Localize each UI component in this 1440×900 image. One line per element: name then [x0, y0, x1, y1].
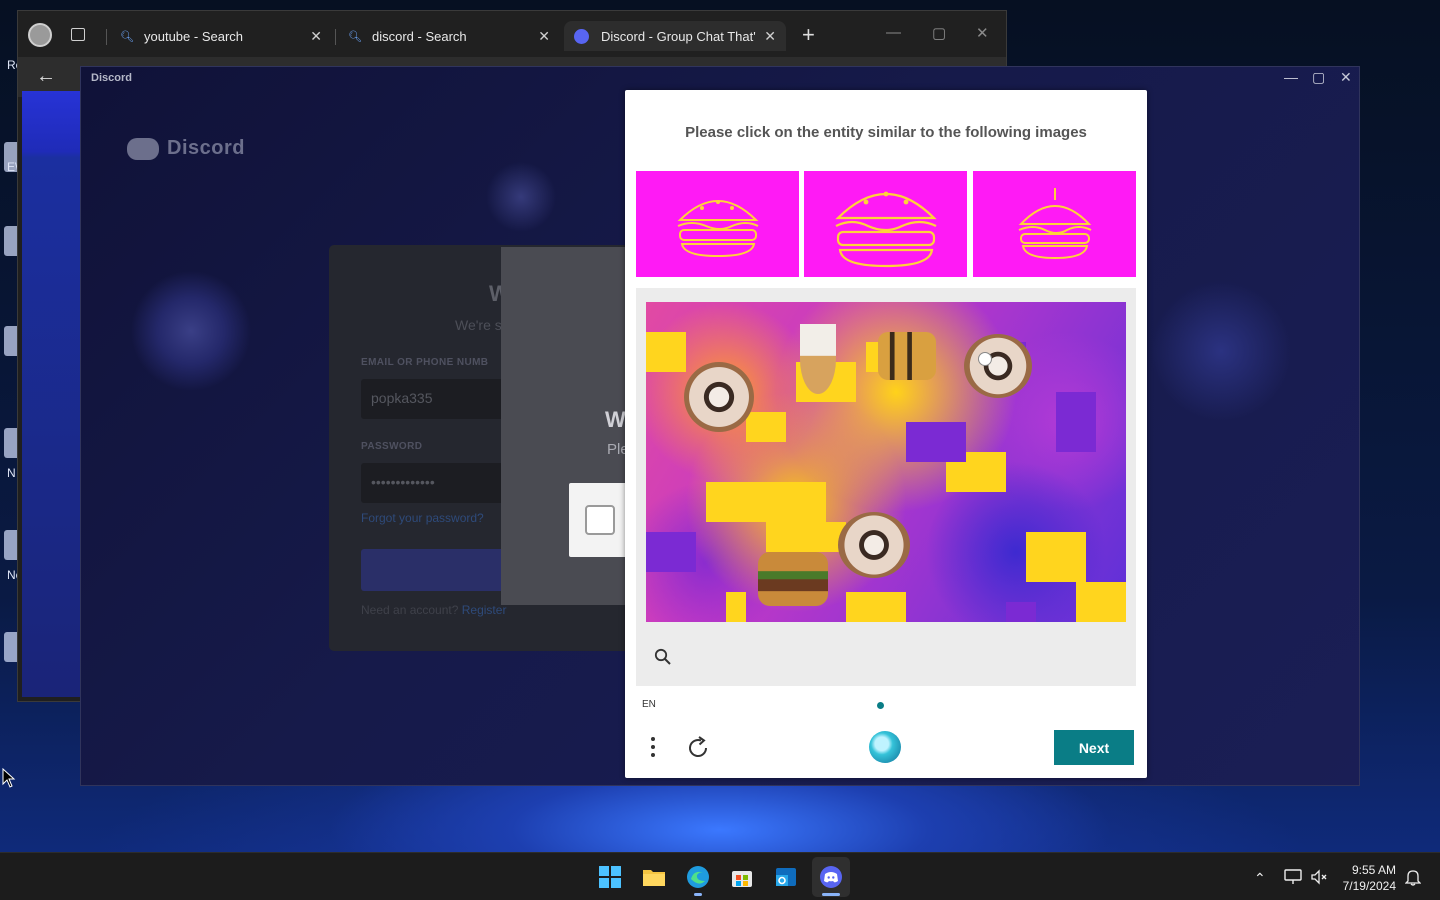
maximize-icon[interactable]: ▢	[932, 24, 946, 42]
burger-icon	[677, 200, 758, 258]
password-label: PASSWORD	[361, 441, 423, 452]
file-explorer-icon[interactable]	[642, 865, 666, 889]
menu-dots-icon[interactable]	[649, 735, 657, 759]
example-image	[973, 171, 1136, 277]
clock-time: 9:55 AM	[1351, 863, 1396, 877]
search-icon: 🔍︎	[120, 30, 134, 43]
microsoft-store-icon[interactable]	[730, 865, 754, 889]
browser-page-edge	[22, 91, 82, 697]
maximize-icon[interactable]: ▢	[1312, 69, 1325, 86]
tab-separator	[106, 29, 107, 45]
discord-icon	[574, 28, 589, 44]
close-window-icon[interactable]: ✕	[976, 24, 989, 42]
challenge-title: W	[605, 407, 626, 432]
discord-taskbar-icon[interactable]	[819, 865, 843, 889]
notification-bell-icon[interactable]	[1405, 868, 1421, 886]
ice-cream-object[interactable]	[800, 324, 836, 394]
close-icon[interactable]: ✕	[764, 28, 776, 45]
discord-logo-text: Discord	[167, 137, 245, 159]
running-indicator	[822, 893, 840, 896]
next-button[interactable]: Next	[1054, 730, 1134, 765]
close-window-icon[interactable]: ✕	[1340, 69, 1352, 86]
register-prompt: Need an account? Register	[361, 603, 506, 617]
burger-icon	[834, 191, 937, 268]
captcha-task-area	[636, 288, 1136, 686]
close-icon[interactable]: ✕	[538, 28, 550, 45]
captcha-checkbox[interactable]	[585, 505, 615, 535]
forgot-password-link[interactable]: Forgot your password?	[361, 511, 484, 525]
network-icon[interactable]	[1284, 869, 1302, 885]
close-icon[interactable]: ✕	[310, 28, 322, 45]
burger-object[interactable]	[758, 552, 828, 606]
register-prompt-text: Need an account?	[361, 603, 459, 617]
taskbar: ⌃ 9:55 AM 7/19/2024	[0, 852, 1440, 900]
donut-object[interactable]	[964, 334, 1032, 398]
browser-tab-bar: 🔍︎ youtube - Search ✕ 🔍︎ discord - Searc…	[18, 11, 1006, 57]
mouse-pointer-icon	[2, 768, 16, 788]
start-windows-icon[interactable]	[598, 865, 622, 889]
register-link[interactable]: Register	[462, 603, 507, 617]
edge-browser-icon[interactable]	[686, 865, 710, 889]
outlook-icon[interactable]	[774, 865, 798, 889]
progress-dot	[877, 702, 884, 709]
example-image	[804, 171, 967, 277]
tab-title: Discord - Group Chat That's Al	[601, 28, 756, 44]
tiger-object[interactable]	[878, 332, 936, 380]
language-selector[interactable]: EN	[642, 699, 656, 710]
email-label: EMAIL OR PHONE NUMB	[361, 357, 489, 368]
browser-tab-discord[interactable]: Discord - Group Chat That's Al ✕	[564, 21, 786, 51]
clock-date: 7/19/2024	[1342, 879, 1396, 893]
browser-tab-youtube[interactable]: 🔍︎ youtube - Search ✕	[110, 21, 332, 51]
captcha-challenge-image[interactable]	[646, 302, 1126, 622]
chevron-up-icon[interactable]: ⌃	[1254, 870, 1266, 887]
refresh-icon[interactable]	[685, 735, 711, 761]
tab-title: youtube - Search	[144, 28, 244, 44]
discord-logo-icon	[127, 137, 159, 160]
browser-tab-discord-search[interactable]: 🔍︎ discord - Search ✕	[338, 21, 560, 51]
hcaptcha-dialog: Please click on the entity similar to th…	[625, 90, 1147, 778]
login-subheading: We're s	[455, 317, 502, 333]
search-icon	[654, 648, 671, 665]
selection-marker	[978, 352, 992, 366]
captcha-prompt: Please click on the entity similar to th…	[685, 124, 1087, 141]
clock[interactable]: 9:55 AM 7/19/2024	[1343, 862, 1396, 894]
running-indicator	[694, 893, 702, 896]
hcaptcha-logo-icon[interactable]	[869, 731, 901, 763]
zoom-search-icon[interactable]	[654, 648, 672, 666]
window-title: Discord	[91, 72, 132, 84]
tab-actions-icon[interactable]	[71, 28, 85, 41]
donut-object[interactable]	[684, 362, 754, 432]
donut-object[interactable]	[838, 512, 910, 578]
search-icon: 🔍︎	[348, 30, 362, 43]
desktop-label: N	[7, 466, 16, 480]
discord-logo: Discord	[127, 137, 245, 160]
new-tab-plus-icon[interactable]: +	[802, 22, 815, 48]
volume-muted-icon[interactable]	[1310, 869, 1328, 885]
burger-icon	[1018, 188, 1091, 260]
tab-separator	[335, 29, 336, 45]
back-arrow-icon[interactable]: ←	[36, 65, 56, 88]
minimize-icon[interactable]: —	[1284, 69, 1298, 85]
example-image	[636, 171, 799, 277]
profile-avatar-icon[interactable]	[28, 23, 52, 47]
tab-title: discord - Search	[372, 28, 467, 44]
minimize-icon[interactable]: —	[886, 24, 901, 41]
